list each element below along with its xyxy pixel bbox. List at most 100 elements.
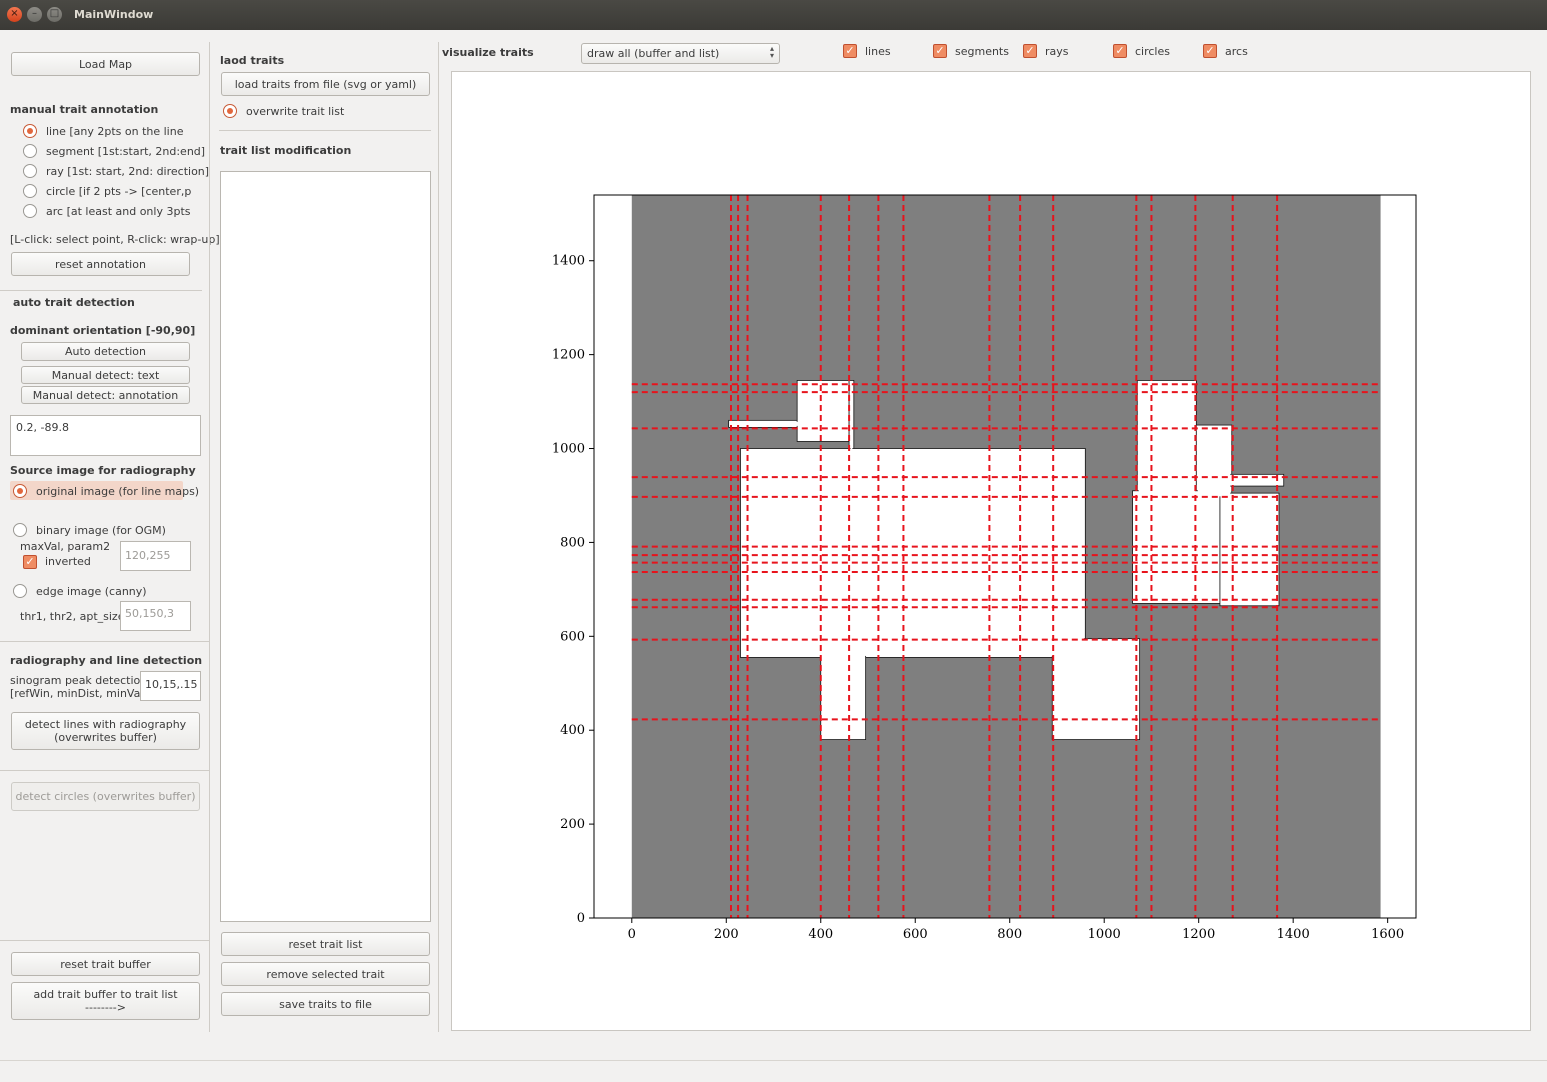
map-free-space-fill: [730, 421, 803, 426]
sinogram-label-2: [refWin, minDist, minVal]: [10, 687, 148, 700]
separator: [0, 770, 210, 771]
detect-lines-label-1: detect lines with radiography: [24, 718, 187, 731]
x-tick-label: 400: [808, 927, 833, 942]
x-tick-label: 1400: [1277, 927, 1310, 942]
segments-label: segments: [955, 45, 1009, 58]
rays-label: rays: [1045, 45, 1069, 58]
trait-list-modification-header: trait list modification: [220, 144, 352, 157]
rays-checkbox[interactable]: ✓: [1023, 44, 1037, 58]
y-tick-label: 200: [560, 817, 585, 832]
separator: [0, 641, 210, 642]
trait-list[interactable]: [220, 171, 431, 922]
radio-overwrite-trait-list[interactable]: [223, 104, 237, 118]
x-tick-label: 1600: [1371, 927, 1404, 942]
auto-detection-button[interactable]: Auto detection: [21, 342, 190, 361]
maxval-label: maxVal, param2: [20, 540, 111, 553]
reset-annotation-button[interactable]: reset annotation: [11, 252, 190, 276]
radio-circle-label: circle [if 2 pts -> [center,perim: [46, 185, 191, 198]
radio-ray-label: ray [1st: start, 2nd: direction]: [46, 165, 210, 178]
circles-label: circles: [1135, 45, 1170, 58]
radio-line-label: line [any 2pts on the line: [46, 125, 184, 138]
detect-circles-button[interactable]: detect circles (overwrites buffer): [11, 782, 200, 811]
maxval-field[interactable]: 120,255: [120, 541, 191, 571]
manual-detect-text-button[interactable]: Manual detect: text: [21, 366, 190, 384]
load-map-button[interactable]: Load Map: [11, 52, 200, 76]
lines-label: lines: [865, 45, 891, 58]
arcs-checkbox[interactable]: ✓: [1203, 44, 1217, 58]
panel-divider: [209, 42, 210, 1032]
radio-arc[interactable]: [23, 204, 37, 218]
load-traits-file-button[interactable]: load traits from file (svg or yaml): [221, 72, 430, 96]
add-buffer-label-2: -------->: [85, 1001, 126, 1014]
radio-edge-image[interactable]: [13, 584, 27, 598]
add-buffer-label-1: add trait buffer to trait list: [33, 988, 178, 1001]
map-free-space-fill: [741, 450, 1084, 656]
orientation-textbox[interactable]: 0.2, -89.8: [10, 415, 201, 456]
separator: [0, 290, 202, 291]
circles-checkbox[interactable]: ✓: [1113, 44, 1127, 58]
y-tick-label: 1000: [552, 442, 585, 457]
save-traits-button[interactable]: save traits to file: [221, 992, 430, 1016]
map-free-space-fill: [1197, 426, 1231, 497]
sinogram-label-1: sinogram peak detection: [10, 674, 148, 687]
manual-annotation-header: manual trait annotation: [10, 103, 159, 116]
separator: [219, 130, 431, 131]
radio-ray[interactable]: [23, 164, 37, 178]
updown-arrow-icon: ▴ ▾: [769, 44, 774, 60]
auto-detection-header: auto trait detection: [13, 296, 135, 309]
y-tick-label: 0: [577, 911, 585, 926]
x-tick-label: 600: [903, 927, 928, 942]
close-icon[interactable]: ×: [7, 7, 22, 22]
inverted-checkbox[interactable]: ✓: [23, 555, 37, 569]
status-bar: [0, 1060, 1547, 1082]
add-buffer-to-list-button[interactable]: add trait buffer to trait list -------->: [11, 982, 200, 1020]
y-tick-label: 600: [560, 629, 585, 644]
map-free-space-fill: [798, 381, 848, 440]
thr-label: thr1, thr2, apt_size: [20, 610, 125, 623]
x-tick-label: 0: [628, 927, 636, 942]
click-hint: [L-click: select point, R-click: wrap-up…: [10, 233, 220, 246]
panel-divider: [438, 42, 439, 1032]
arcs-label: arcs: [1225, 45, 1248, 58]
separator: [0, 940, 210, 941]
radio-segment[interactable]: [23, 144, 37, 158]
draw-mode-select[interactable]: draw all (buffer and list) ▴ ▾: [581, 43, 780, 64]
detect-lines-button[interactable]: detect lines with radiography (overwrite…: [11, 712, 200, 750]
visualize-header: visualize traits: [442, 46, 534, 59]
map-free-space-fill: [1221, 494, 1278, 605]
radio-circle[interactable]: [23, 184, 37, 198]
map-free-space-fill: [1138, 381, 1195, 502]
radio-line[interactable]: [23, 124, 37, 138]
inverted-label: inverted: [45, 555, 91, 568]
dominant-orientation-header: dominant orientation [-90,90]: [10, 324, 196, 337]
sinogram-field[interactable]: 10,15,.15: [140, 671, 201, 701]
radio-original-image[interactable]: [13, 484, 27, 498]
x-tick-label: 200: [714, 927, 739, 942]
maximize-icon[interactable]: □: [47, 7, 62, 22]
radiography-header: radiography and line detection: [10, 654, 203, 667]
map-free-space-fill: [1053, 640, 1139, 739]
reset-trait-list-button[interactable]: reset trait list: [221, 932, 430, 956]
thr-field[interactable]: 50,150,3: [120, 601, 191, 631]
binary-image-label: binary image (for OGM): [36, 524, 166, 537]
y-tick-label: 400: [560, 723, 585, 738]
lines-checkbox[interactable]: ✓: [843, 44, 857, 58]
y-tick-label: 800: [560, 535, 585, 550]
manual-detect-annotation-button[interactable]: Manual detect: annotation: [21, 386, 190, 404]
map-plot[interactable]: 0 200 400 600 800 1000 1200 1400 1600 0 200 400 600 8…: [452, 72, 1530, 1030]
radio-binary-image[interactable]: [13, 523, 27, 537]
plot-canvas[interactable]: 0 200 400 600 800 1000 1200 1400 1600 0 200 400 600 8…: [451, 71, 1531, 1031]
segments-checkbox[interactable]: ✓: [933, 44, 947, 58]
x-tick-label: 800: [997, 927, 1022, 942]
window-title: MainWindow: [74, 8, 154, 21]
original-image-label: original image (for line maps): [36, 485, 200, 498]
x-tick-label: 1200: [1182, 927, 1215, 942]
reset-trait-buffer-button[interactable]: reset trait buffer: [11, 952, 200, 976]
edge-image-label: edge image (canny): [36, 585, 147, 598]
detect-lines-label-2: (overwrites buffer): [54, 731, 157, 744]
title-bar: × – □ MainWindow: [0, 0, 1547, 30]
minimize-icon[interactable]: –: [27, 7, 42, 22]
draw-mode-value: draw all (buffer and list): [587, 47, 720, 60]
x-tick-label: 1000: [1088, 927, 1121, 942]
remove-selected-trait-button[interactable]: remove selected trait: [221, 962, 430, 986]
